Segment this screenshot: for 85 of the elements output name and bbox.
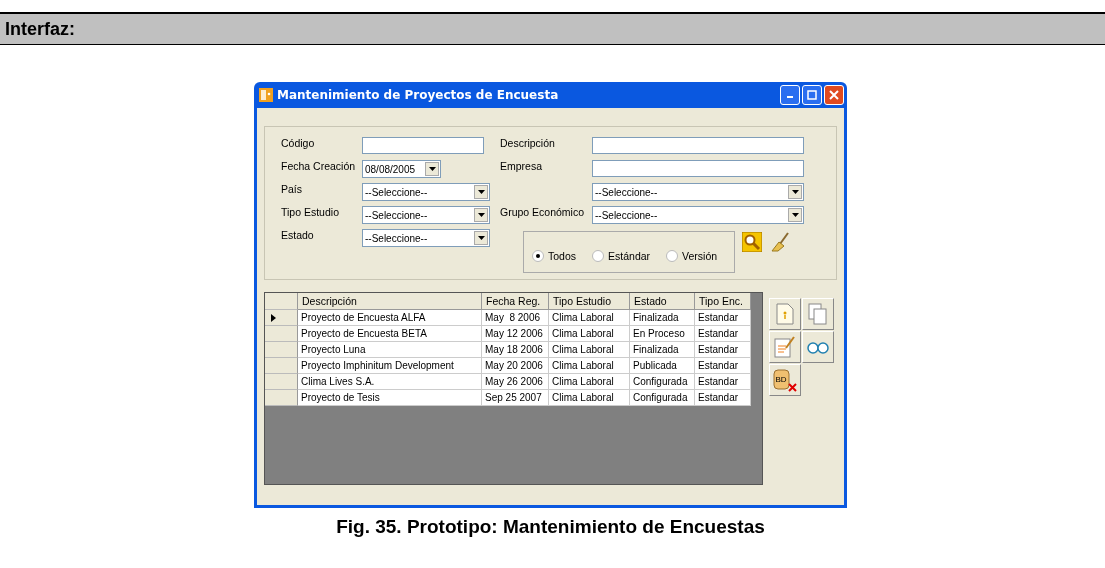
dropdown[interactable]: --Seleccione-- [362, 183, 490, 201]
glasses-icon [807, 340, 829, 354]
field-label: Descripción [500, 137, 556, 149]
text-field[interactable] [592, 160, 804, 177]
radio-option[interactable]: Todos [532, 250, 577, 262]
app-icon [259, 88, 273, 102]
close-button[interactable] [824, 85, 844, 105]
column-header[interactable]: Estado [630, 293, 695, 310]
search-button[interactable] [741, 231, 763, 253]
edit-button[interactable] [769, 331, 801, 363]
field-label: Código [281, 137, 316, 149]
column-header[interactable]: Descripción [298, 293, 482, 310]
table-cell: Clima Laboral [549, 342, 630, 358]
field-label: Estado [281, 229, 315, 241]
caret-icon [428, 167, 436, 171]
table-cell: May 20 2006 [482, 358, 549, 374]
table-cell: Proyecto de Encuesta ALFA [298, 310, 482, 326]
view-button[interactable] [802, 331, 834, 363]
table-cell: Estandar [695, 374, 751, 390]
date-picker[interactable]: 08/08/2005 [362, 160, 441, 178]
table-cell: Estandar [695, 326, 751, 342]
row-header[interactable] [265, 310, 298, 326]
caret-icon [477, 190, 485, 194]
table-cell: En Proceso [630, 326, 695, 342]
copy-icon [808, 303, 828, 325]
column-header[interactable]: Fecha Reg. [482, 293, 549, 310]
table-cell: Clima Laboral [549, 374, 630, 390]
new-button[interactable] [769, 298, 801, 330]
field-label: Grupo Económico [500, 206, 586, 218]
table-cell: May 12 2006 [482, 326, 549, 342]
dropdown[interactable]: --Seleccione-- [592, 183, 804, 201]
table-cell: May 18 2006 [482, 342, 549, 358]
caret-icon [791, 190, 799, 194]
figure-caption: Fig. 35. Prototipo: Mantenimiento de Encuestas [335, 515, 766, 538]
window-title: Mantenimiento de Proyectos de Encuesta [277, 88, 560, 102]
table-cell: Proyecto Luna [298, 342, 482, 358]
dropdown[interactable]: --Seleccione-- [592, 206, 804, 224]
table-cell: Configurada [630, 390, 695, 406]
table-cell: Proyecto de Encuesta BETA [298, 326, 482, 342]
table-cell: Clima Laboral [549, 358, 630, 374]
column-header[interactable]: Tipo Estudio [549, 293, 630, 310]
text-field[interactable] [592, 137, 804, 154]
radio-option[interactable]: Estándar [592, 250, 651, 262]
current-row-icon [271, 313, 276, 322]
table-cell: May 8 2006 [482, 310, 549, 326]
edit-document-icon [774, 336, 796, 358]
caret-icon [791, 213, 799, 217]
table-cell: Publicada [630, 358, 695, 374]
new-document-icon [775, 303, 795, 325]
dropdown[interactable]: --Seleccione-- [362, 229, 490, 247]
table-cell: May 26 2006 [482, 374, 549, 390]
table-cell: Configurada [630, 374, 695, 390]
section-header: Interfaz: [0, 12, 1105, 45]
caret-icon [477, 213, 485, 217]
caret-icon [477, 236, 485, 240]
table-cell: Finalizada [630, 342, 695, 358]
field-label: Fecha Creación [281, 160, 357, 172]
close-icon [829, 90, 839, 100]
table-cell: Clima Laboral [549, 326, 630, 342]
clear-button[interactable] [769, 231, 791, 253]
text-field[interactable] [362, 137, 484, 154]
copy-button[interactable] [802, 298, 834, 330]
table-cell: Estandar [695, 390, 751, 406]
column-header[interactable]: Tipo Enc. [695, 293, 751, 310]
maximize-button[interactable] [802, 85, 822, 105]
dropdown[interactable]: --Seleccione-- [362, 206, 490, 224]
field-label: Empresa [500, 160, 543, 172]
table-cell: Clima Lives S.A. [298, 374, 482, 390]
search-icon [742, 232, 762, 252]
table-cell: Finalizada [630, 310, 695, 326]
table-cell: Clima Laboral [549, 310, 630, 326]
table-cell: Estandar [695, 342, 751, 358]
maximize-icon [807, 90, 817, 100]
minimize-button[interactable] [780, 85, 800, 105]
radio-option[interactable]: Versión [666, 250, 718, 262]
table-cell: Clima Laboral [549, 390, 630, 406]
field-label: País [281, 183, 303, 195]
table-cell: Proyecto de Tesis [298, 390, 482, 406]
table-cell: Estandar [695, 310, 751, 326]
table-cell: Sep 25 2007 [482, 390, 549, 406]
table-cell: Estandar [695, 358, 751, 374]
table-cell: Proyecto Imphinitum Development [298, 358, 482, 374]
row-header [265, 293, 298, 310]
field-label: Tipo Estudio [281, 206, 340, 218]
broom-icon [770, 232, 790, 252]
